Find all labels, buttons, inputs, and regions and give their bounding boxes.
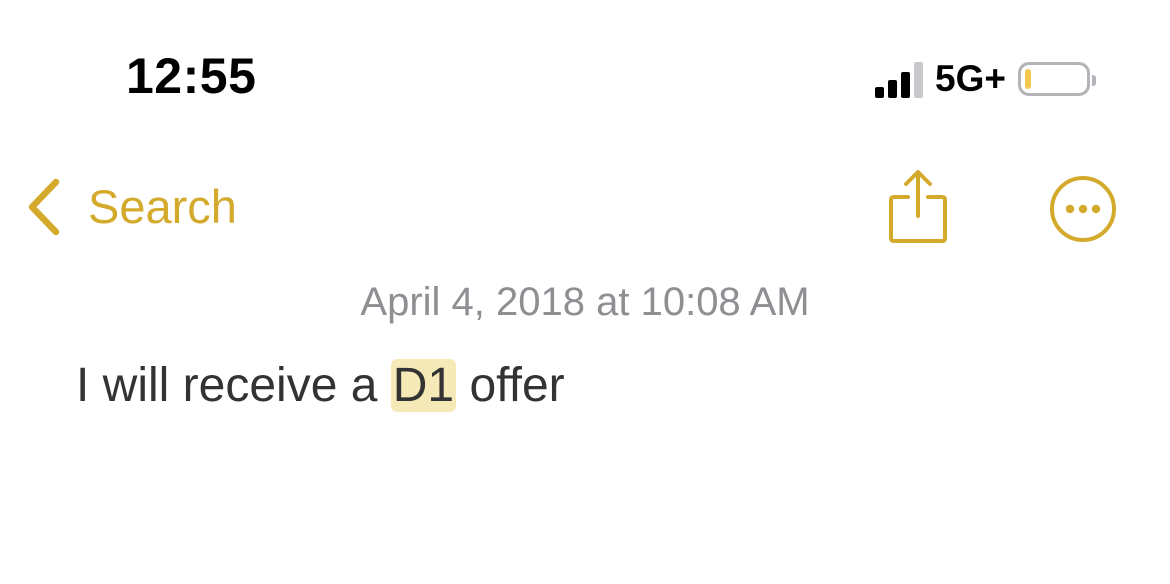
share-icon <box>889 170 947 243</box>
share-button[interactable] <box>888 168 948 244</box>
back-button[interactable]: Search <box>24 176 237 238</box>
battery-level <box>1025 69 1031 89</box>
note-body[interactable]: I will receive a D1 offer <box>76 355 565 417</box>
more-options-button[interactable] <box>1048 174 1118 244</box>
ellipsis-circle-icon <box>1050 176 1116 242</box>
back-button-label: Search <box>88 180 237 233</box>
chevron-left-icon <box>28 178 60 236</box>
note-date: April 4, 2018 at 10:08 AM <box>360 280 810 324</box>
status-time: 12:55 <box>126 48 257 104</box>
status-indicators: 5G+ <box>875 56 1096 102</box>
network-type: 5G+ <box>935 58 1006 99</box>
search-highlight: D1 <box>390 359 457 412</box>
note-text-after: offer <box>456 359 565 412</box>
battery-icon <box>1018 62 1096 96</box>
note-text-before: I will receive a <box>76 359 391 412</box>
cellular-signal-icon <box>875 60 924 98</box>
